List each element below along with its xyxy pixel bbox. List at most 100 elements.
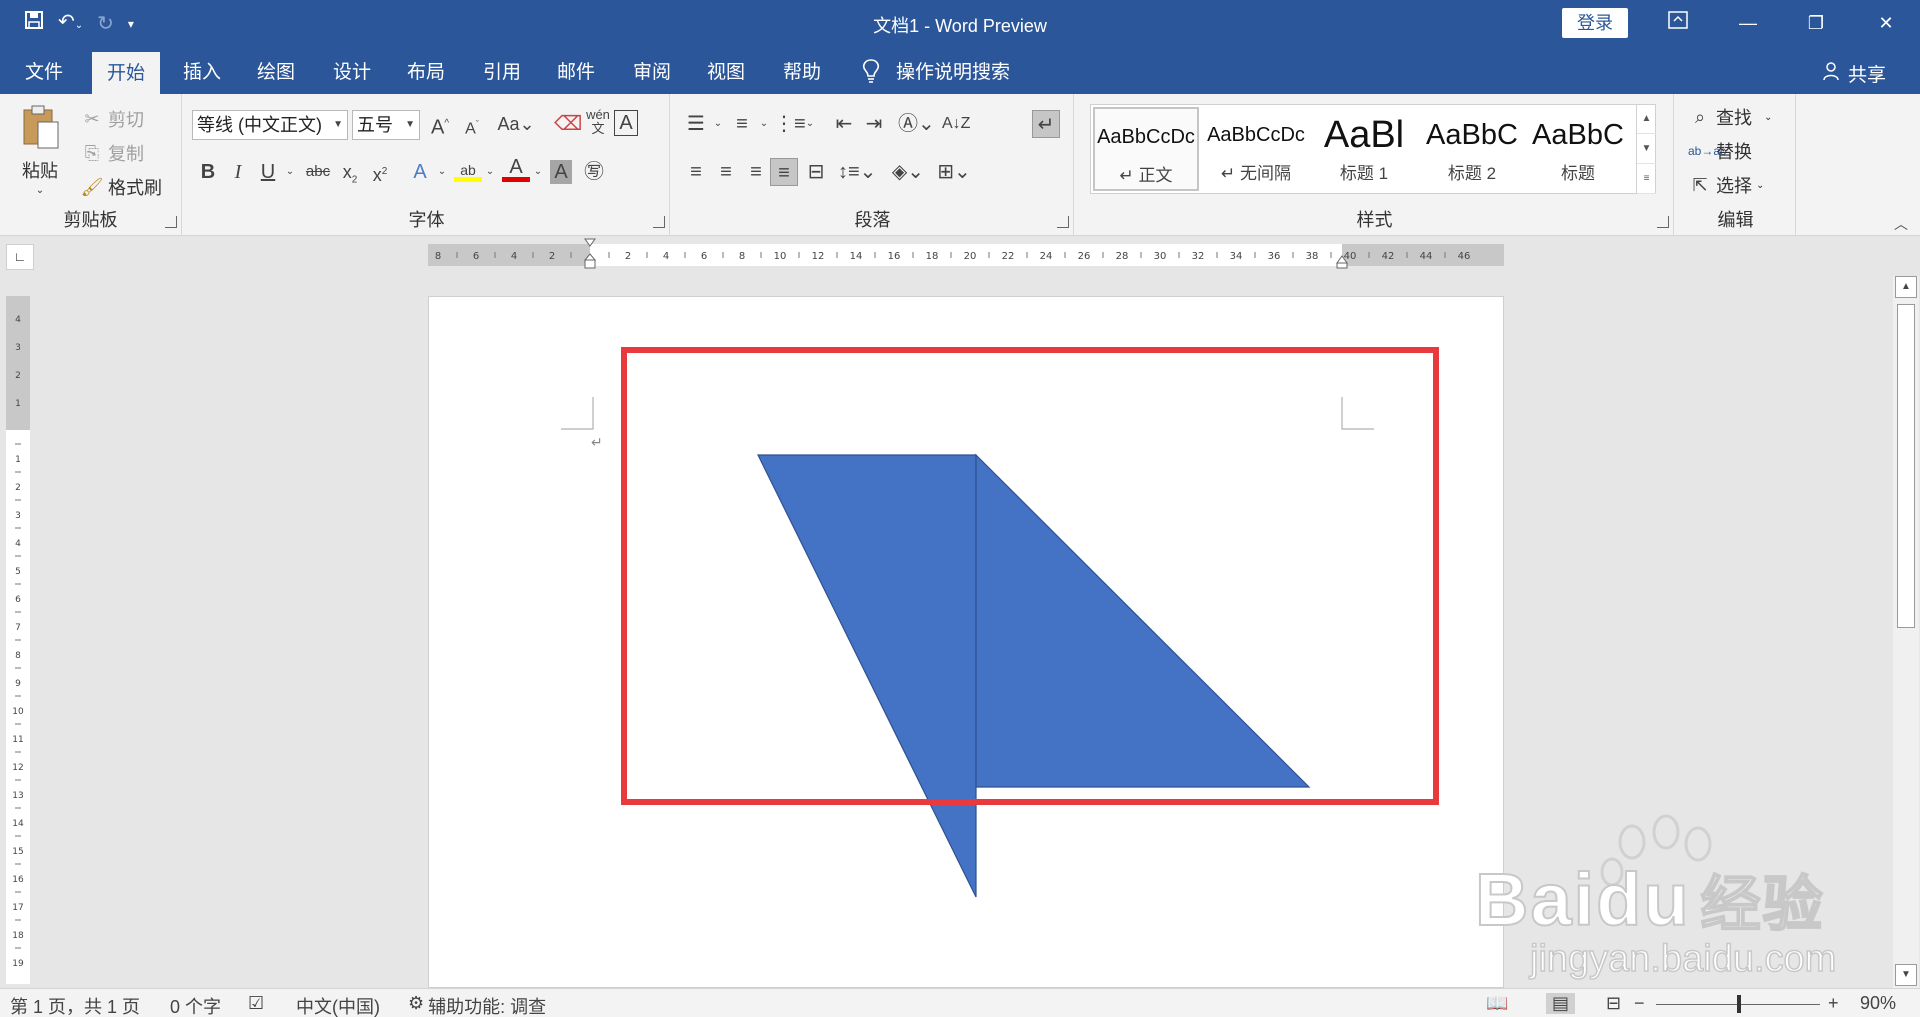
- login-button[interactable]: 登录: [1562, 8, 1628, 38]
- find-button[interactable]: ⌕ 查找 ⌄: [1688, 104, 1772, 130]
- accessibility-status[interactable]: ⚙ 辅助功能: 调查: [408, 993, 546, 1017]
- italic-icon[interactable]: I: [224, 158, 252, 186]
- chevron-down-icon[interactable]: ▼: [1637, 134, 1656, 164]
- lightbulb-icon[interactable]: [860, 58, 882, 84]
- web-layout-icon[interactable]: ⊟: [1606, 993, 1621, 1014]
- vertical-ruler[interactable]: 4 3 2 1 1 2 3 4 5 6 7 8 9 10 11 12 13 14 15 16 17 18 19: [6, 296, 30, 984]
- style-no-spacing[interactable]: AaBbCcDc ↵ 无间隔: [1203, 107, 1309, 191]
- change-case-icon[interactable]: Aa⌄: [496, 110, 536, 138]
- ruler-number: 18: [926, 251, 939, 262]
- scroll-down-icon[interactable]: ▼: [1895, 964, 1917, 986]
- align-center-icon[interactable]: ≡: [712, 158, 740, 186]
- font-size-dropdown[interactable]: 五号 ▼: [352, 110, 420, 140]
- tab-review[interactable]: 审阅: [622, 46, 682, 94]
- decrease-indent-icon[interactable]: ⇤: [830, 110, 858, 138]
- style-heading-1[interactable]: AaBl 标题 1: [1311, 107, 1417, 191]
- share-button[interactable]: 共享: [1822, 60, 1886, 87]
- collapse-ribbon-icon[interactable]: ︿: [1894, 214, 1908, 234]
- line-spacing-icon[interactable]: ↕≡⌄: [838, 158, 876, 186]
- styles-launcher-icon[interactable]: [1657, 216, 1669, 228]
- justify-icon[interactable]: ≡: [770, 158, 798, 186]
- scroll-thumb[interactable]: [1897, 304, 1915, 628]
- language-status[interactable]: 中文(中国): [296, 993, 380, 1017]
- font-launcher-icon[interactable]: [653, 216, 665, 228]
- tab-layout[interactable]: 布局: [396, 46, 456, 94]
- vertical-scrollbar[interactable]: ▲ ▼: [1893, 276, 1919, 988]
- strikethrough-icon[interactable]: abc: [304, 158, 332, 186]
- print-layout-icon[interactable]: ▤: [1546, 993, 1576, 1014]
- tab-design[interactable]: 设计: [322, 46, 382, 94]
- document-page[interactable]: ↵: [428, 296, 1504, 988]
- scroll-up-icon[interactable]: ▲: [1895, 276, 1917, 298]
- paste-dropdown-icon[interactable]: ⌄: [36, 185, 44, 196]
- character-border-icon[interactable]: A: [614, 110, 638, 136]
- close-icon[interactable]: ✕: [1866, 8, 1906, 38]
- distributed-icon[interactable]: ⊟: [802, 158, 830, 186]
- horizontal-ruler[interactable]: 8 6 4 2 2 4 6 8 10 12 14 16 18 20 22 24 26 28 30 32 34 36 38 40…: [428, 238, 1504, 269]
- restore-icon[interactable]: ❐: [1796, 8, 1836, 38]
- grow-font-icon[interactable]: A^: [426, 110, 454, 139]
- underline-dropdown-icon[interactable]: ⌄: [276, 158, 304, 186]
- copy-button[interactable]: ⎘ 复制: [80, 140, 144, 166]
- clear-formatting-icon[interactable]: ⌫: [554, 110, 582, 138]
- zoom-level[interactable]: 90%: [1860, 993, 1896, 1014]
- paste-button[interactable]: 粘贴 ⌄: [20, 104, 60, 196]
- clipboard-launcher-icon[interactable]: [165, 216, 177, 228]
- paragraph-launcher-icon[interactable]: [1057, 216, 1069, 228]
- font-name-dropdown[interactable]: 等线 (中文正文) ▼: [192, 110, 348, 140]
- tab-stop-selector[interactable]: ∟: [6, 244, 34, 270]
- proofing-icon[interactable]: ☑: [248, 993, 264, 1014]
- ruler-ticks: 432112345678910111213141516171819: [12, 315, 24, 969]
- style-title[interactable]: AaBbC 标题: [1525, 107, 1631, 191]
- tab-view[interactable]: 视图: [696, 46, 756, 94]
- zoom-out-icon[interactable]: −: [1634, 993, 1645, 1014]
- superscript-icon[interactable]: x2: [366, 158, 394, 186]
- indent-marker-icon[interactable]: [583, 238, 597, 270]
- tab-help[interactable]: 帮助: [772, 46, 832, 94]
- text-effects-dropdown-icon[interactable]: ⌄: [428, 158, 456, 186]
- highlight-dropdown-icon[interactable]: ⌄: [476, 158, 504, 186]
- increase-indent-icon[interactable]: ⇥: [860, 110, 888, 138]
- minimize-icon[interactable]: —: [1728, 8, 1768, 38]
- multilevel-dropdown-icon[interactable]: ⌄: [796, 110, 824, 138]
- word-count[interactable]: 0 个字: [170, 993, 221, 1017]
- borders-icon[interactable]: ⊞⌄: [936, 158, 972, 186]
- show-marks-icon[interactable]: ↵: [1032, 110, 1060, 138]
- right-triangle-shape[interactable]: [757, 454, 977, 898]
- chevron-up-icon[interactable]: ▲: [1637, 104, 1656, 134]
- phonetic-guide-icon[interactable]: wén 文: [584, 108, 612, 136]
- read-mode-icon[interactable]: 📖: [1486, 993, 1508, 1014]
- shrink-font-icon[interactable]: Aˇ: [458, 110, 486, 138]
- subscript-icon[interactable]: x2: [336, 158, 364, 186]
- replace-button[interactable]: ab→ac 替换: [1688, 138, 1752, 164]
- bold-icon[interactable]: B: [194, 158, 222, 186]
- right-indent-marker-icon[interactable]: [1336, 254, 1348, 269]
- enclose-characters-icon[interactable]: ㊢: [580, 158, 608, 186]
- page-count[interactable]: 第 1 页，共 1 页: [10, 993, 140, 1017]
- align-left-icon[interactable]: ≡: [682, 158, 710, 186]
- character-shading-icon[interactable]: A: [550, 160, 572, 184]
- cut-button[interactable]: ✂ 剪切: [80, 106, 144, 132]
- triangle-shape[interactable]: [975, 453, 1311, 788]
- style-heading-2[interactable]: AaBbC 标题 2: [1419, 107, 1525, 191]
- tab-home[interactable]: 开始: [92, 52, 160, 94]
- tab-references[interactable]: 引用: [472, 46, 532, 94]
- tab-file[interactable]: 文件: [14, 46, 74, 94]
- zoom-in-icon[interactable]: +: [1828, 993, 1839, 1014]
- select-button[interactable]: ⇱ 选择 ⌄: [1688, 172, 1764, 198]
- sort-icon[interactable]: A↓Z: [942, 110, 970, 138]
- format-painter-button[interactable]: 🖌 格式刷: [80, 174, 162, 200]
- tab-insert[interactable]: 插入: [172, 46, 232, 94]
- tab-draw[interactable]: 绘图: [246, 46, 306, 94]
- zoom-slider-thumb[interactable]: [1737, 995, 1741, 1013]
- style-normal[interactable]: AaBbCcDc ↵ 正文: [1093, 107, 1199, 191]
- chevron-down-icon: ▼: [333, 119, 343, 130]
- shading-icon[interactable]: ◈⌄: [890, 158, 926, 186]
- more-styles-icon[interactable]: ≡: [1637, 164, 1656, 194]
- tab-mailings[interactable]: 邮件: [546, 46, 606, 94]
- ribbon-display-options-icon[interactable]: [1658, 8, 1698, 38]
- tell-me-search[interactable]: 操作说明搜索: [896, 46, 1036, 94]
- align-right-icon[interactable]: ≡: [742, 158, 770, 186]
- font-color-dropdown-icon[interactable]: ⌄: [524, 158, 552, 186]
- chinese-layout-icon[interactable]: Ⓐ⌄: [898, 110, 935, 138]
